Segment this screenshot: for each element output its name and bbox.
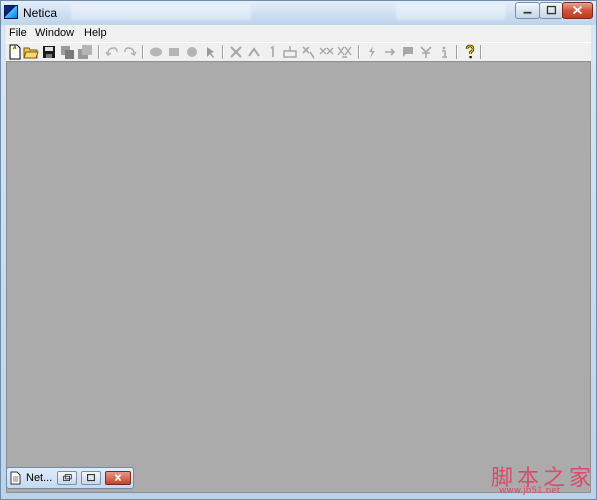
arrow-right-icon[interactable] xyxy=(382,44,398,60)
menu-bar: File Window Help xyxy=(6,25,591,42)
minimize-button[interactable] xyxy=(515,2,540,19)
blurred-background-text xyxy=(71,4,251,20)
pin-icon[interactable] xyxy=(418,44,434,60)
window-title: Netica xyxy=(23,6,58,20)
select-arrow-icon[interactable] xyxy=(202,44,218,60)
minimize-icon xyxy=(523,11,532,14)
absorb-icon[interactable] xyxy=(300,44,316,60)
text-1-icon[interactable] xyxy=(264,44,280,60)
flag-icon[interactable] xyxy=(400,44,416,60)
document-icon xyxy=(10,471,21,485)
remove-icon[interactable] xyxy=(336,44,352,60)
rectangle-node-icon[interactable] xyxy=(166,44,182,60)
save-disk-icon[interactable] xyxy=(41,44,57,60)
toolbar-separator xyxy=(222,45,224,59)
child-maximize-button[interactable] xyxy=(81,471,101,485)
toolbar xyxy=(6,42,591,62)
close-button[interactable] xyxy=(562,2,593,19)
info-icon[interactable] xyxy=(436,44,452,60)
maximize-icon xyxy=(87,474,95,482)
menu-file[interactable]: File xyxy=(9,27,27,39)
open-folder-icon[interactable] xyxy=(23,44,39,60)
utility-tool-icon[interactable] xyxy=(246,44,262,60)
maximize-button[interactable] xyxy=(539,2,563,19)
circle-node-icon[interactable] xyxy=(184,44,200,60)
new-document-icon[interactable] xyxy=(7,44,23,60)
mdi-workspace[interactable] xyxy=(6,61,591,493)
toolbar-separator xyxy=(98,45,100,59)
redo-icon[interactable] xyxy=(122,44,138,60)
lightning-icon[interactable] xyxy=(364,44,380,60)
blurred-background-text-right xyxy=(396,4,506,20)
minimized-child-title: Net... xyxy=(26,472,53,484)
toolbar-separator xyxy=(456,45,458,59)
minimized-child-window[interactable]: Net... xyxy=(6,467,134,489)
compile-icon[interactable] xyxy=(282,44,298,60)
undo-icon[interactable] xyxy=(104,44,120,60)
child-close-button[interactable] xyxy=(105,471,131,485)
reverse-icon[interactable] xyxy=(318,44,334,60)
decision-tool-icon[interactable] xyxy=(228,44,244,60)
close-icon xyxy=(114,474,122,482)
title-bar[interactable]: Netica xyxy=(1,1,596,25)
child-restore-button[interactable] xyxy=(57,471,77,485)
save-all-icon[interactable] xyxy=(77,44,93,60)
watermark-url: www.jb51.net xyxy=(499,486,561,496)
menu-window[interactable]: Window xyxy=(35,27,74,39)
menu-help[interactable]: Help xyxy=(84,27,107,39)
close-icon xyxy=(572,5,583,15)
help-question-icon[interactable] xyxy=(462,44,478,60)
maximize-icon xyxy=(546,5,557,15)
toolbar-separator xyxy=(142,45,144,59)
netica-app-icon[interactable] xyxy=(4,5,18,19)
ellipse-node-icon[interactable] xyxy=(148,44,164,60)
toolbar-separator xyxy=(358,45,360,59)
restore-icon xyxy=(63,474,72,481)
print-icon[interactable] xyxy=(59,44,75,60)
toolbar-separator xyxy=(480,45,482,59)
netica-main-window: Netica File Window Help Net... 脚本之家 www.… xyxy=(0,0,597,500)
site-watermark: 脚本之家 www.jb51.net xyxy=(491,460,595,496)
